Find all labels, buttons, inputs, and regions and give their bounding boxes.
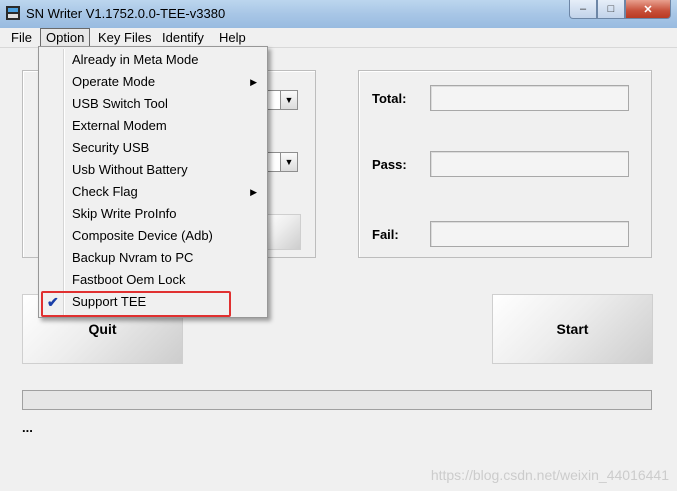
option-menu-item-label: Support TEE: [72, 294, 147, 309]
option-menu-item-label: Fastboot Oem Lock: [72, 272, 186, 287]
option-menu-item-external-modem[interactable]: External Modem: [41, 115, 265, 137]
fail-field: [430, 221, 629, 247]
checkmark-icon: ✔: [47, 294, 59, 310]
option-menu-item-label: Operate Mode: [72, 74, 156, 89]
option-menu-item-backup-nvram-to-pc[interactable]: Backup Nvram to PC: [41, 247, 265, 269]
title-bar: SN Writer V1.1752.0.0-TEE-v3380 – □ ✕: [0, 0, 677, 29]
option-menu-item-usb-without-battery[interactable]: Usb Without Battery: [41, 159, 265, 181]
maximize-icon: □: [607, 3, 615, 15]
option-menu-item-label: Backup Nvram to PC: [72, 250, 194, 265]
close-button[interactable]: ✕: [625, 0, 671, 19]
menu-help[interactable]: Help: [214, 29, 251, 46]
option-menu-item-operate-mode[interactable]: Operate Mode ▶: [41, 71, 265, 93]
menu-key-files[interactable]: Key Files: [93, 29, 156, 46]
maximize-button[interactable]: □: [597, 0, 625, 19]
option-menu-item-label: Composite Device (Adb): [72, 228, 213, 243]
menu-option[interactable]: Option: [40, 28, 91, 47]
submenu-arrow-icon: ▶: [250, 187, 257, 197]
option-menu-item-fastboot-oem-lock[interactable]: Fastboot Oem Lock: [41, 269, 265, 291]
option-menu-item-label: External Modem: [72, 118, 167, 133]
option-menu-item-label: USB Switch Tool: [72, 96, 168, 111]
option-menu-item-already-in-meta-mode[interactable]: Already in Meta Mode: [41, 49, 265, 71]
minimize-button[interactable]: –: [569, 0, 597, 19]
fail-label: Fail:: [372, 227, 399, 242]
chevron-down-icon: ▼: [280, 91, 297, 109]
option-menu-item-composite-device-adb[interactable]: Composite Device (Adb): [41, 225, 265, 247]
option-menu-item-label: Security USB: [72, 140, 150, 155]
app-icon: [6, 6, 20, 20]
pass-field: [430, 151, 629, 177]
chevron-down-icon: ▼: [280, 153, 297, 171]
window-title: SN Writer V1.1752.0.0-TEE-v3380: [26, 6, 226, 21]
minimize-icon: –: [579, 3, 587, 15]
option-menu-item-label: Check Flag: [72, 184, 138, 199]
total-field: [430, 85, 629, 111]
close-icon: ✕: [643, 3, 653, 16]
menu-identify[interactable]: Identify: [157, 29, 209, 46]
option-menu-item-label: Usb Without Battery: [72, 162, 188, 177]
option-menu-item-usb-switch-tool[interactable]: USB Switch Tool: [41, 93, 265, 115]
progress-bar: [22, 390, 652, 410]
option-menu-item-skip-write-proinfo[interactable]: Skip Write ProInfo: [41, 203, 265, 225]
option-menu: Already in Meta Mode Operate Mode ▶ USB Swi…: [38, 46, 268, 318]
option-menu-item-label: Already in Meta Mode: [72, 52, 199, 67]
pass-label: Pass:: [372, 157, 407, 172]
option-menu-item-label: Skip Write ProInfo: [72, 206, 177, 221]
submenu-arrow-icon: ▶: [250, 77, 257, 87]
window-controls: – □ ✕: [569, 0, 671, 20]
menu-bar: File Option Key Files Identify Help: [0, 28, 677, 48]
menu-file[interactable]: File: [6, 29, 37, 46]
option-menu-item-security-usb[interactable]: Security USB: [41, 137, 265, 159]
option-menu-item-check-flag[interactable]: Check Flag ▶: [41, 181, 265, 203]
start-button[interactable]: Start: [492, 294, 653, 364]
option-menu-item-support-tee[interactable]: ✔ Support TEE: [41, 291, 265, 317]
watermark-text: https://blog.csdn.net/weixin_44016441: [430, 467, 669, 483]
status-text: ...: [22, 420, 33, 435]
total-label: Total:: [372, 91, 407, 106]
